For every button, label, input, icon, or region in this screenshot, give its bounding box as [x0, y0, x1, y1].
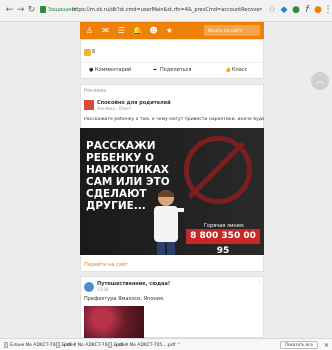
browser-toolbar: ← → ↻ Защищено https://m.ok.ru/dk?st.cmd… [0, 0, 332, 22]
more-options-icon[interactable]: ⋮ [257, 280, 262, 286]
reload-icon[interactable]: ↻ [26, 5, 37, 16]
travel-photo[interactable] [84, 306, 144, 338]
ok-logo-icon[interactable]: ♙ [84, 25, 95, 36]
comment-button[interactable]: Комментарий [95, 67, 131, 73]
post-card: 8 ● Комментарий ➦ Поделиться 👍 Класс [80, 39, 264, 79]
guests-icon[interactable]: ☻ [148, 25, 159, 36]
menu-icon[interactable]: ⋮ [322, 4, 332, 16]
like-icon[interactable]: 👍 [225, 67, 231, 73]
go-to-site-link[interactable]: Перейти на сайт [84, 262, 128, 268]
klass-button[interactable]: Класс [232, 67, 247, 73]
author-avatar[interactable] [84, 282, 94, 292]
file-icon [4, 341, 8, 348]
discussions-icon[interactable]: ☰ [116, 25, 127, 36]
url-field[interactable]: https://m.ok.ru/dk?st.cmd=userMain&st.rf… [72, 5, 262, 15]
divider [81, 62, 263, 63]
travel-post-card: Путешественник, сюдаа! 15:04 ⋮ Префектур… [80, 276, 264, 338]
share-icon[interactable]: ➦ [153, 67, 157, 73]
close-icon[interactable]: × [324, 341, 329, 350]
extension-icon[interactable]: ◆ [278, 4, 290, 16]
author-avatar[interactable] [84, 100, 94, 110]
scroll-up-icon[interactable]: ︿ [311, 72, 329, 90]
events-icon[interactable]: ★ [164, 25, 175, 36]
hotline-phone: 8 800 350 00 95 [186, 229, 260, 255]
star-icon[interactable]: ☆ [266, 4, 278, 16]
reaction-count: 8 [92, 49, 96, 55]
downloads-bar: Бланк No ADKCT-704....pdf ⌃ Бланк No ADK… [0, 338, 332, 350]
travel-post-text: Префектура Ямахоси, Япония. [84, 296, 165, 302]
file-icon [56, 341, 60, 348]
file-icon [108, 341, 112, 348]
ad-section-label: Реклама [84, 88, 107, 94]
ad-banner-image[interactable]: РАССКАЖИ РЕБЕНКУ О НАРКОТИКАХ САМ ИЛИ ЭТ… [80, 128, 264, 255]
show-all-button[interactable]: Показать все [280, 341, 318, 349]
ok-header: ♙ ✉ ☰ 🔔 ☻ ★ Искать на сайте [80, 22, 264, 39]
messages-icon[interactable]: ✉ [100, 25, 111, 36]
more-options-icon[interactable]: ⋮ [257, 87, 262, 93]
lock-icon [40, 6, 46, 13]
search-input[interactable]: Искать на сайте [204, 25, 260, 36]
reaction-icon [84, 49, 91, 56]
boy-figure [154, 190, 184, 255]
notifications-icon[interactable]: 🔔 [132, 25, 143, 36]
back-arrow-icon[interactable]: ← [4, 5, 15, 16]
forward-arrow-icon[interactable]: → [15, 5, 26, 16]
ad-text: Расскажите ребенку о том, к чему могут п… [84, 117, 264, 122]
ad-author-sub: Реклама · Ответ [97, 106, 132, 111]
comment-icon[interactable]: ● [89, 67, 93, 73]
share-button[interactable]: Поделиться [160, 67, 191, 73]
download-item[interactable]: Бланк No ADKCT-705....pdf ⌃ [108, 341, 181, 350]
travel-post-time: 15:04 [97, 287, 109, 292]
